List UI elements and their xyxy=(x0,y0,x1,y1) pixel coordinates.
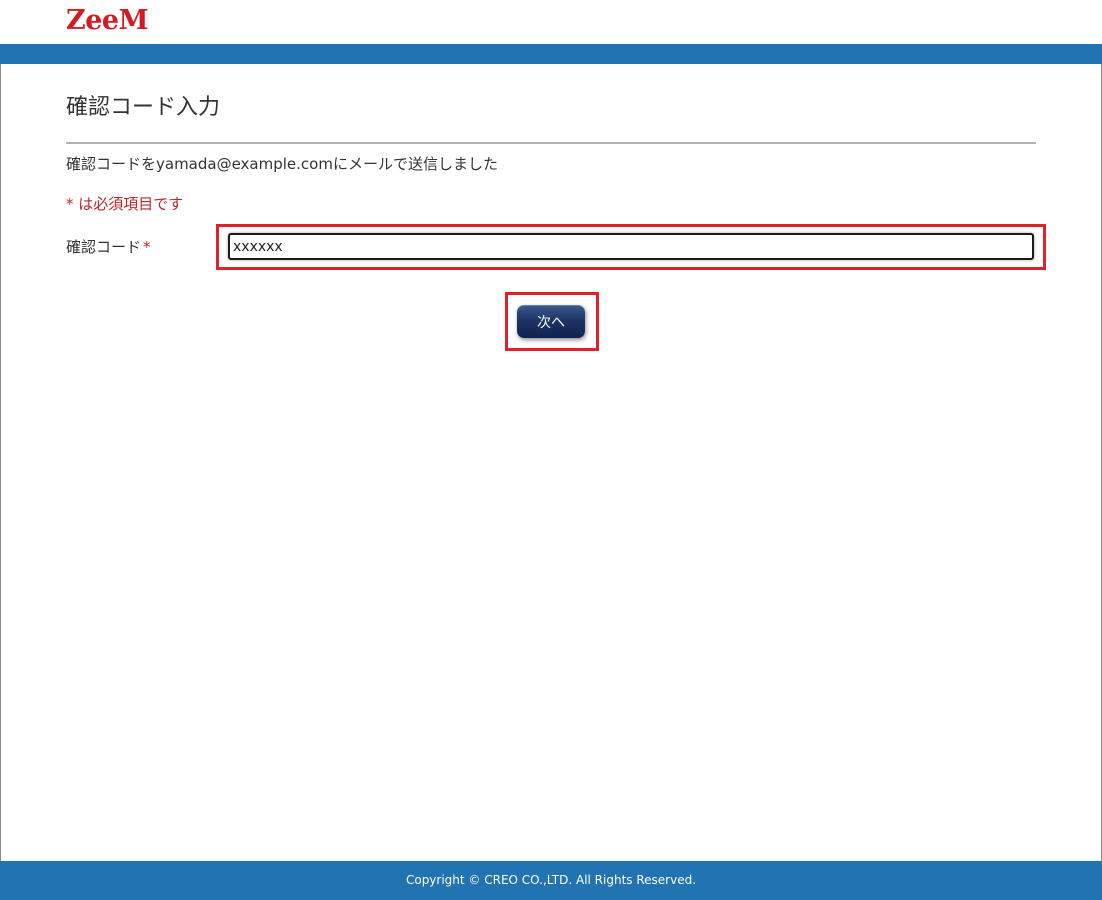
code-field-label: 確認コード * xyxy=(66,236,151,258)
sent-message: 確認コードをyamada@example.comにメールで送信しました xyxy=(66,155,498,173)
zeem-logo[interactable]: ZeeM xyxy=(66,4,148,38)
verification-code-input[interactable] xyxy=(228,233,1034,260)
required-mark: * xyxy=(143,238,151,256)
copyright-text: Copyright © CREO CO.,LTD. All Rights Res… xyxy=(405,873,697,887)
site-header: ZeeM xyxy=(0,0,1102,44)
page-title: 確認コード入力 xyxy=(66,95,221,120)
site-footer: Copyright © CREO CO.,LTD. All Rights Res… xyxy=(0,861,1102,900)
title-divider xyxy=(66,142,1036,144)
required-note: * は必須項目です xyxy=(66,195,184,213)
next-button[interactable]: 次へ xyxy=(517,305,585,338)
code-label-text: 確認コード xyxy=(66,238,142,256)
browser-frame xyxy=(0,0,1102,899)
header-bar xyxy=(0,44,1102,64)
